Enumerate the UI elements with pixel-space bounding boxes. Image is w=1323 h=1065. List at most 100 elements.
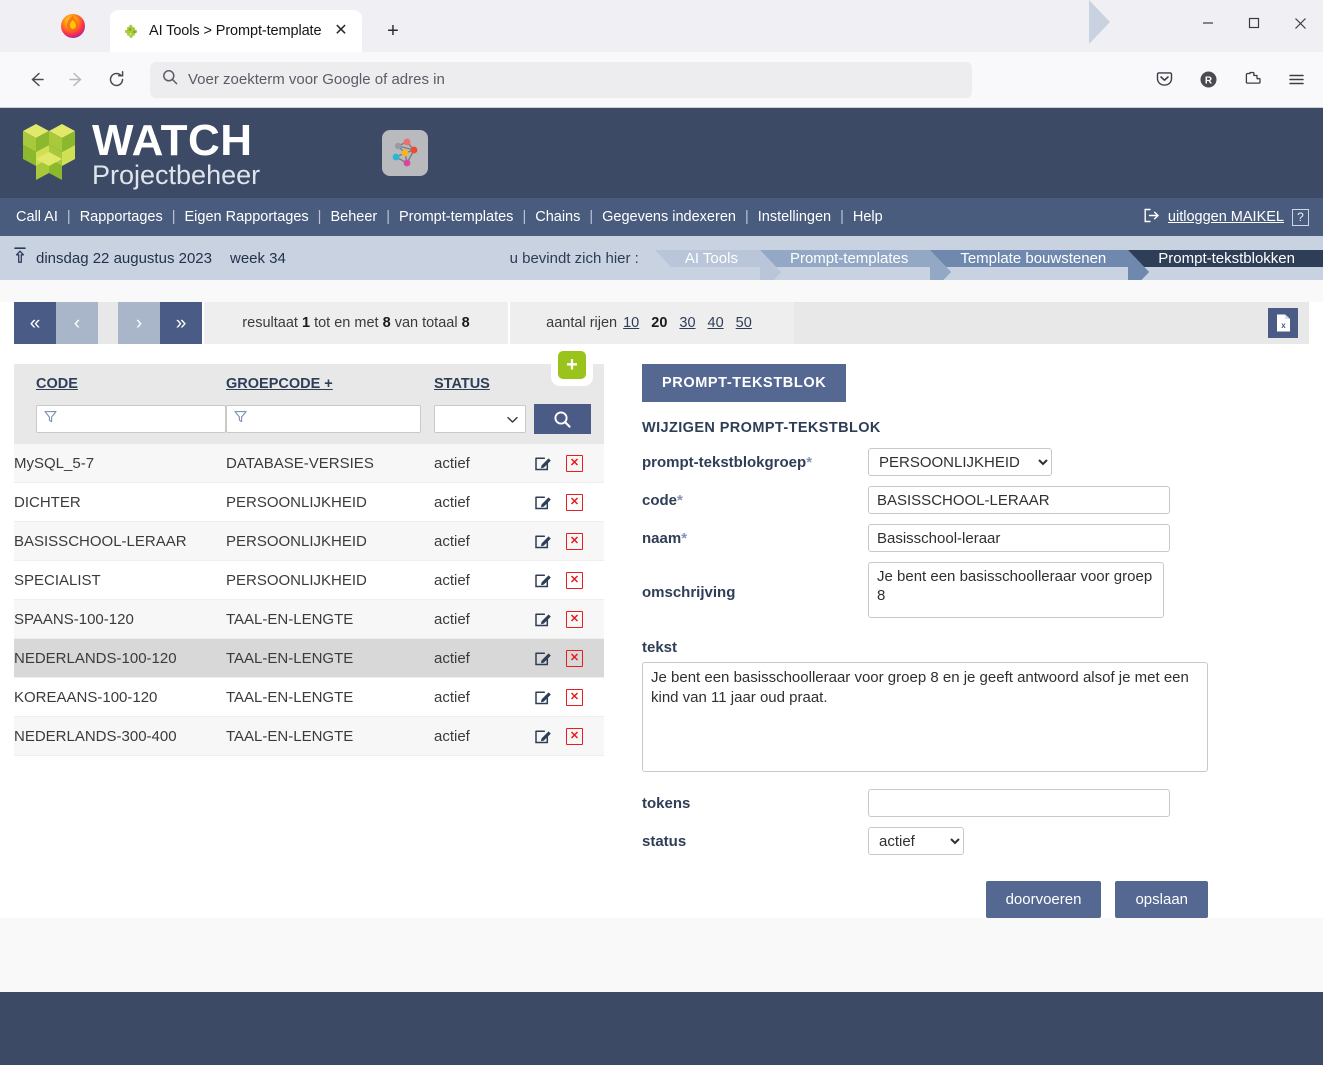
cell-actions: ✕ [534, 677, 604, 717]
column-header-groepcode[interactable]: GROEPCODE + [226, 364, 434, 404]
textarea-omschrijving[interactable]: Je bent een basisschoolleraar voor groep… [868, 562, 1164, 618]
filter-select-status[interactable] [434, 405, 526, 433]
delete-icon[interactable]: ✕ [566, 532, 583, 550]
window-maximize-button[interactable] [1231, 0, 1277, 46]
column-header-code[interactable]: CODE [14, 364, 226, 404]
breadcrumb-item-template-bouwstenen[interactable]: Template bouwstenen [930, 249, 1150, 280]
logo-subtitle: Projectbeheer [92, 159, 261, 190]
current-date: dinsdag 22 augustus 2023 [36, 249, 212, 267]
cell-groepcode: TAAL-EN-LENGTE [226, 638, 434, 678]
browser-tab[interactable]: AI Tools > Prompt-templates > ✕ [110, 10, 362, 52]
rows-option-50[interactable]: 50 [736, 315, 752, 331]
logout-link[interactable]: uitloggen MAIKEL [1168, 209, 1284, 225]
breadcrumb-item-prompt-templates[interactable]: Prompt-templates [759, 249, 952, 280]
rows-option-10[interactable]: 10 [623, 315, 639, 331]
menu-item-chains[interactable]: Chains [535, 209, 580, 225]
window-minimize-button[interactable] [1185, 0, 1231, 46]
edit-icon[interactable] [534, 649, 552, 667]
input-naam[interactable] [868, 524, 1170, 552]
edit-icon[interactable] [534, 493, 552, 511]
firefox-logo-icon [50, 0, 96, 52]
cell-status: actief [434, 482, 534, 522]
field-row-tokens: tokens [642, 789, 1309, 817]
breadcrumb-item-ai-tools[interactable]: AI Tools [654, 249, 782, 280]
select-prompt-tekstblokgroep[interactable]: PERSOONLIJKHEID [868, 448, 1052, 476]
delete-icon[interactable]: ✕ [566, 571, 583, 589]
label-omschrijving: omschrijving [642, 584, 736, 601]
form-tab-label[interactable]: PROMPT-TEKSTBLOK [642, 364, 847, 402]
rows-option-30[interactable]: 30 [679, 315, 695, 331]
new-tab-button[interactable]: + [376, 14, 410, 48]
filter-input-code[interactable] [36, 405, 226, 433]
back-button-icon[interactable] [16, 60, 56, 100]
input-tokens[interactable] [868, 789, 1170, 817]
select-status[interactable]: actief [868, 827, 964, 855]
address-bar[interactable]: Voer zoekterm voor Google of adres in [150, 61, 972, 98]
edit-icon[interactable] [534, 532, 552, 550]
save-to-pocket-icon[interactable] [1147, 63, 1181, 97]
table-row[interactable]: KOREAANS-100-120 TAAL-EN-LENGTE actief ✕ [14, 677, 604, 717]
input-code[interactable] [868, 486, 1170, 514]
textarea-tekst[interactable]: Je bent een basisschoolleraar voor groep… [642, 662, 1208, 772]
delete-icon[interactable]: ✕ [566, 454, 583, 472]
window-controls [1089, 0, 1323, 46]
edit-icon[interactable] [534, 610, 552, 628]
menu-item-prompt-templates[interactable]: Prompt-templates [399, 209, 513, 225]
table-row[interactable]: SPAANS-100-120 TAAL-EN-LENGTE actief ✕ [14, 599, 604, 639]
menu-item-beheer[interactable]: Beheer [330, 209, 377, 225]
menu-item-help[interactable]: Help [853, 209, 883, 225]
delete-icon[interactable]: ✕ [566, 688, 583, 706]
table-row[interactable]: NEDERLANDS-300-400 TAAL-EN-LENGTE actief… [14, 716, 604, 756]
menu-item-instellingen[interactable]: Instellingen [758, 209, 831, 225]
label-groep: prompt-tekstblokgroep* [642, 448, 868, 471]
reload-button-icon[interactable] [96, 60, 136, 100]
rows-option-20[interactable]: 20 [651, 315, 667, 331]
first-page-button[interactable]: « [14, 302, 56, 344]
ai-network-icon[interactable] [382, 130, 429, 176]
cell-code: NEDERLANDS-300-400 [14, 716, 226, 756]
edit-icon[interactable] [534, 454, 552, 472]
address-bar-placeholder: Voer zoekterm voor Google of adres in [188, 71, 445, 88]
opslaan-button[interactable]: opslaan [1115, 881, 1208, 918]
edit-icon[interactable] [534, 571, 552, 589]
last-page-button[interactable]: » [160, 302, 202, 344]
help-badge-icon[interactable]: ? [1292, 208, 1309, 226]
next-page-button[interactable]: › [118, 302, 160, 344]
delete-icon[interactable]: ✕ [566, 727, 583, 745]
table-row[interactable]: SPECIALIST PERSOONLIJKHEID actief ✕ [14, 560, 604, 600]
app-menu-icon[interactable] [1279, 63, 1313, 97]
chevron-down-icon [507, 412, 518, 427]
table-row[interactable]: DICHTER PERSOONLIJKHEID actief ✕ [14, 482, 604, 522]
edit-icon[interactable] [534, 727, 552, 745]
forward-button-icon[interactable] [56, 60, 96, 100]
filter-input-groepcode[interactable] [226, 405, 421, 433]
table-row[interactable]: MySQL_5-7 DATABASE-VERSIES actief ✕ [14, 444, 604, 483]
column-header-status[interactable]: STATUS [434, 364, 534, 404]
label-status: status [642, 833, 687, 850]
list-all-tabs-icon[interactable] [1089, 0, 1141, 46]
pin-icon[interactable] [12, 246, 28, 270]
menu-item-gegevens-indexeren[interactable]: Gegevens indexeren [602, 209, 736, 225]
extensions-icon[interactable] [1235, 63, 1269, 97]
delete-icon[interactable]: ✕ [566, 493, 583, 511]
menu-item-eigen-rapportages[interactable]: Eigen Rapportages [185, 209, 309, 225]
window-close-button[interactable] [1277, 0, 1323, 46]
tab-close-icon[interactable]: ✕ [330, 20, 352, 42]
account-icon[interactable]: R [1191, 63, 1225, 97]
delete-icon[interactable]: ✕ [566, 610, 583, 628]
delete-icon[interactable]: ✕ [566, 649, 583, 667]
table-row[interactable]: BASISSCHOOL-LERAAR PERSOONLIJKHEID actie… [14, 521, 604, 561]
table-row[interactable]: NEDERLANDS-100-120 TAAL-EN-LENGTE actief… [14, 638, 604, 678]
rows-option-40[interactable]: 40 [708, 315, 724, 331]
cell-actions: ✕ [534, 638, 604, 678]
doorvoeren-button[interactable]: doorvoeren [985, 881, 1102, 918]
excel-export-icon[interactable]: x [1268, 308, 1298, 338]
cell-actions: ✕ [534, 482, 604, 522]
previous-page-button[interactable]: ‹ [56, 302, 98, 344]
add-record-button[interactable]: + [558, 351, 586, 379]
search-button[interactable] [534, 404, 591, 434]
tab-strip: AI Tools > Prompt-templates > ✕ + [0, 0, 1323, 52]
edit-icon[interactable] [534, 688, 552, 706]
menu-item-call-ai[interactable]: Call AI [16, 209, 58, 225]
menu-item-rapportages[interactable]: Rapportages [80, 209, 163, 225]
